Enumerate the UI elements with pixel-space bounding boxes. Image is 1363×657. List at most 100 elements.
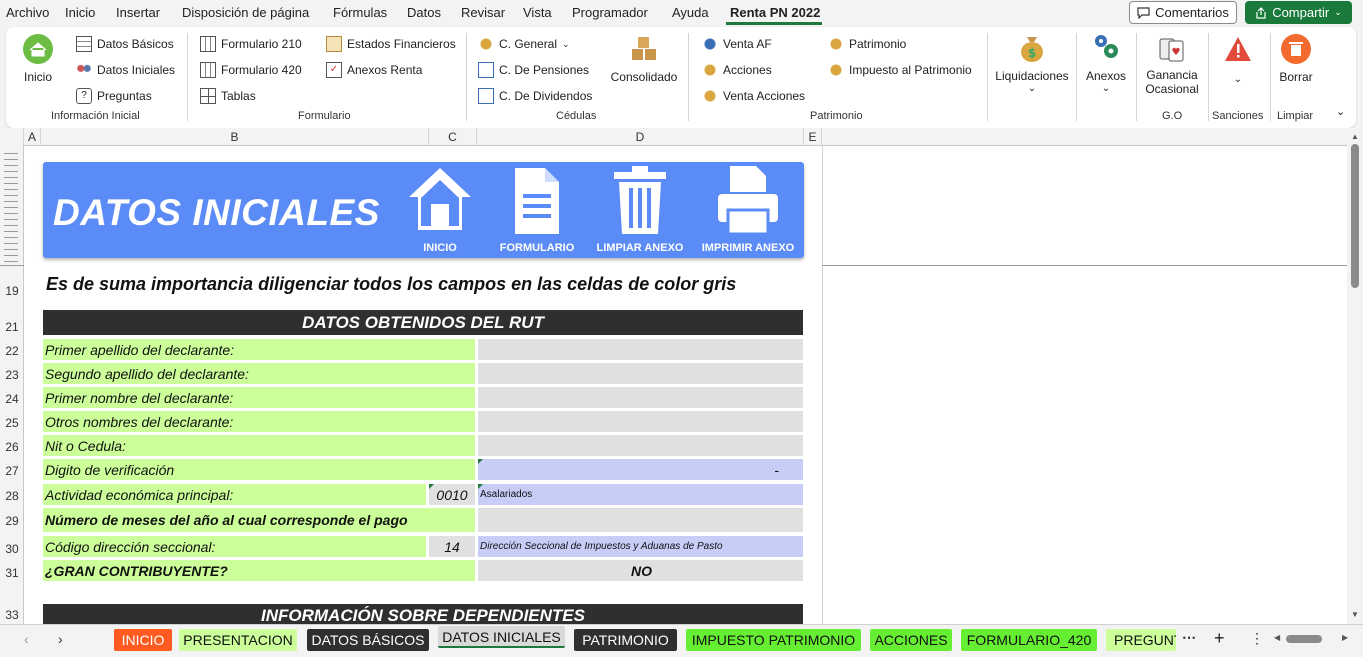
datos-basicos-button[interactable]: Datos Básicos xyxy=(76,36,174,52)
tab-inicio[interactable]: INICIO xyxy=(114,629,172,651)
menu-vista[interactable]: Vista xyxy=(523,5,552,20)
formulario-210-button[interactable]: Formulario 210 xyxy=(200,36,302,52)
row-header-24[interactable]: 24 xyxy=(0,392,24,406)
row-header-25[interactable]: 25 xyxy=(0,416,24,430)
consolidado-button[interactable]: Consolidado xyxy=(607,33,681,84)
more-tabs-icon[interactable]: ⋯ xyxy=(1182,629,1196,646)
tab-scroll-right-icon[interactable]: › xyxy=(58,631,63,647)
banner-title: DATOS INICIALES xyxy=(53,192,380,233)
row-header-31[interactable]: 31 xyxy=(0,566,24,580)
label-meses: Número de meses del año al cual correspo… xyxy=(43,508,475,532)
acciones-button[interactable]: Acciones xyxy=(702,62,772,78)
menu-disposicion[interactable]: Disposición de página xyxy=(182,5,309,20)
menu-renta-pn[interactable]: Renta PN 2022 xyxy=(730,5,820,20)
form-icon xyxy=(200,62,216,78)
patrimonio-button[interactable]: Patrimonio xyxy=(828,36,906,52)
anexos-renta-button[interactable]: ✓ Anexos Renta xyxy=(326,62,422,78)
active-tab-underline xyxy=(726,22,822,25)
input-otros-nombres[interactable] xyxy=(478,411,803,432)
venta-af-button[interactable]: Venta AF xyxy=(702,36,772,52)
tab-formulario-420[interactable]: FORMULARIO_420 xyxy=(961,629,1097,651)
menu-revisar[interactable]: Revisar xyxy=(461,5,505,20)
row-header-21[interactable]: 21 xyxy=(0,320,24,334)
formulario-420-button[interactable]: Formulario 420 xyxy=(200,62,302,78)
options-icon[interactable]: ⋮ xyxy=(1250,630,1264,647)
tab-presentacion[interactable]: PRESENTACION xyxy=(179,629,297,651)
select-all-corner[interactable] xyxy=(0,128,24,146)
input-primer-nombre[interactable] xyxy=(478,387,803,408)
c-pensiones-button[interactable]: C. De Pensiones xyxy=(478,62,589,78)
menu-programador[interactable]: Programador xyxy=(572,5,648,20)
borrar-button[interactable]: Borrar xyxy=(1274,33,1318,84)
row-header-29[interactable]: 29 xyxy=(0,514,24,528)
menu-formulas[interactable]: Fórmulas xyxy=(333,5,387,20)
tablas-button[interactable]: Tablas xyxy=(200,88,256,104)
row-header-23[interactable]: 23 xyxy=(0,368,24,382)
estados-financieros-button[interactable]: Estados Financieros xyxy=(326,36,456,52)
vertical-scrollbar[interactable]: ▲ ▼ xyxy=(1347,128,1363,624)
sanciones-button[interactable]: ⌄ xyxy=(1212,35,1264,85)
row-header-27[interactable]: 27 xyxy=(0,464,24,478)
scroll-down-icon[interactable]: ▼ xyxy=(1351,610,1359,619)
c-dividendos-button[interactable]: C. De Dividendos xyxy=(478,88,592,104)
input-primer-apellido[interactable] xyxy=(478,339,803,360)
impuesto-patrimonio-button[interactable]: Impuesto al Patrimonio xyxy=(828,62,972,78)
row-header-26[interactable]: 26 xyxy=(0,440,24,454)
c-general-button[interactable]: C. General ⌄ xyxy=(478,36,570,52)
datos-iniciales-button[interactable]: Datos Iniciales xyxy=(76,62,175,78)
menu-ayuda[interactable]: Ayuda xyxy=(672,5,709,20)
tab-impuesto-patrimonio[interactable]: IMPUESTO PATRIMONIO xyxy=(686,629,861,651)
hscroll-right-icon[interactable]: ▶ xyxy=(1342,633,1348,642)
inicio-ribbon-button[interactable]: Inicio xyxy=(18,33,58,84)
liquidaciones-button[interactable]: $ Liquidaciones ⌄ xyxy=(994,31,1070,94)
add-sheet-icon[interactable]: + xyxy=(1214,628,1225,649)
column-header-e[interactable]: E xyxy=(804,128,822,146)
input-segundo-apellido[interactable] xyxy=(478,363,803,384)
venta-acciones-button[interactable]: Venta Acciones xyxy=(702,88,805,104)
banner-limpiar-button[interactable]: LIMPIAR ANEXO xyxy=(595,162,685,258)
comments-button[interactable]: Comentarios xyxy=(1129,1,1237,24)
tab-patrimonio[interactable]: PATRIMONIO xyxy=(574,629,677,651)
menu-datos[interactable]: Datos xyxy=(407,5,441,20)
column-header-a[interactable]: A xyxy=(24,128,41,146)
anexos-button[interactable]: Anexos ⌄ xyxy=(1082,31,1130,94)
row-header-19[interactable]: 19 xyxy=(0,284,24,298)
banner-inicio-button[interactable]: INICIO xyxy=(395,162,485,258)
column-header-d[interactable]: D xyxy=(477,128,804,146)
ganancia-label: Ganancia xyxy=(1146,68,1198,82)
hscroll-left-icon[interactable]: ◀ xyxy=(1274,633,1280,642)
value-digito[interactable]: - xyxy=(478,459,803,480)
input-nit[interactable] xyxy=(478,435,803,456)
question-icon: ? xyxy=(76,88,92,104)
scroll-up-icon[interactable]: ▲ xyxy=(1351,132,1359,141)
tab-scroll-left-icon[interactable]: ‹ xyxy=(24,631,29,647)
scrollbar-thumb[interactable] xyxy=(1351,144,1359,288)
menu-insertar[interactable]: Insertar xyxy=(116,5,160,20)
tab-preguntas[interactable]: PREGUNT xyxy=(1106,629,1176,651)
banner-imprimir-button[interactable]: IMPRIMIR ANEXO xyxy=(699,162,797,258)
ganancia-ocasional-button[interactable]: ♥ Ganancia Ocasional xyxy=(1142,33,1202,96)
grid-icon xyxy=(200,88,216,104)
tab-datos-iniciales[interactable]: DATOS INICIALES xyxy=(438,626,565,648)
preguntas-button[interactable]: ? Preguntas xyxy=(76,88,152,104)
value-gran-contribuyente[interactable]: NO xyxy=(478,560,803,581)
column-header-b[interactable]: B xyxy=(41,128,429,146)
banner-limpiar-label: LIMPIAR ANEXO xyxy=(596,242,684,254)
group-go: G.O xyxy=(1162,110,1183,122)
value-codigo-direccion[interactable]: 14 xyxy=(429,536,475,557)
row-header-30[interactable]: 30 xyxy=(0,542,24,556)
row-header-28[interactable]: 28 xyxy=(0,489,24,503)
row-header-33[interactable]: 33 xyxy=(0,608,24,622)
horizontal-scrollbar-thumb[interactable] xyxy=(1286,635,1322,643)
column-header-c[interactable]: C xyxy=(429,128,477,146)
menu-inicio[interactable]: Inicio xyxy=(65,5,95,20)
row-header-22[interactable]: 22 xyxy=(0,344,24,358)
tab-acciones[interactable]: ACCIONES xyxy=(870,629,952,651)
input-meses[interactable] xyxy=(478,508,803,532)
menu-archivo[interactable]: Archivo xyxy=(6,5,49,20)
value-actividad-code[interactable]: 0010 xyxy=(429,484,475,505)
collapse-ribbon-icon[interactable]: ⌄ xyxy=(1336,105,1345,118)
share-button[interactable]: Compartir ⌄ xyxy=(1245,1,1352,24)
tab-datos-basicos[interactable]: DATOS BÁSICOS xyxy=(307,629,429,651)
banner-formulario-button[interactable]: FORMULARIO xyxy=(493,162,581,258)
